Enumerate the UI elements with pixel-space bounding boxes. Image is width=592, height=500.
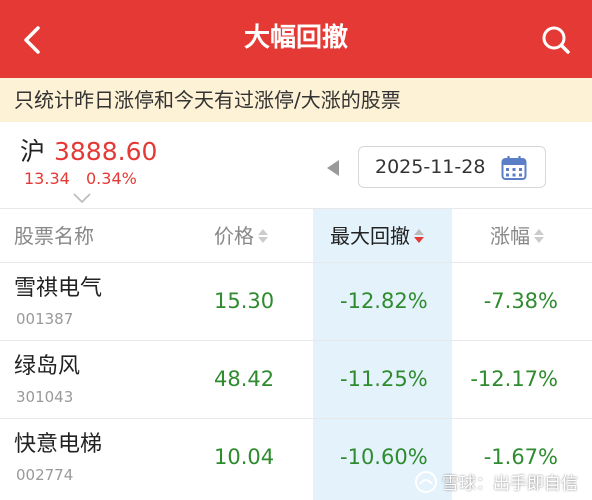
snowball-logo-icon [415, 470, 437, 493]
search-icon [542, 26, 570, 54]
sort-desc-icon [414, 228, 424, 243]
date-text: 2025-11-28 [375, 156, 486, 178]
index-change: 13.34 [24, 169, 70, 188]
notice-banner: 只统计昨日涨停和今天有过涨停/大涨的股票 [0, 78, 592, 122]
search-button[interactable] [536, 22, 576, 58]
column-header-price-label: 价格 [214, 224, 254, 248]
watermark: 雪球：出手即自信 [414, 469, 578, 494]
page-title: 大幅回撤 [243, 23, 348, 53]
stock-name: 雪祺电气 [14, 276, 103, 301]
stock-price: 48.42 [214, 367, 275, 391]
stock-drawdown: -11.25% [340, 367, 428, 391]
stock-name: 快意电梯 [14, 432, 103, 457]
column-header-price[interactable]: 价格 [214, 210, 269, 262]
triangle-left-icon [327, 160, 339, 176]
column-header-change-label: 涨幅 [490, 224, 530, 248]
stock-price: 15.30 [214, 289, 275, 313]
sort-icon [258, 228, 268, 243]
table-row[interactable]: 绿岛风 301043 48.42 -11.25% -12.17% [0, 341, 592, 418]
column-header-drawdown-label: 最大回撤 [330, 224, 410, 248]
table-row[interactable]: 雪祺电气 001387 15.30 -12.82% -7.38% [0, 263, 592, 340]
index-value: 3888.60 [54, 137, 158, 166]
chevron-down-icon[interactable] [72, 192, 92, 204]
app-header: 大幅回撤 [0, 0, 592, 78]
stock-drawdown: -12.82% [340, 289, 428, 313]
stock-change: -7.38% [483, 289, 558, 313]
stock-code: 001387 [16, 310, 74, 328]
column-header-name: 股票名称 [14, 224, 94, 248]
sort-icon [534, 228, 544, 243]
calendar-icon [501, 156, 527, 180]
stock-name: 绿岛风 [14, 354, 81, 379]
index-name: 沪 [20, 137, 46, 166]
divider [0, 208, 592, 209]
stock-code: 301043 [16, 388, 74, 406]
previous-date-button[interactable] [322, 156, 344, 180]
column-header-drawdown[interactable]: 最大回撤 [330, 210, 425, 262]
column-header-change[interactable]: 涨幅 [490, 210, 545, 262]
watermark-text: 雪球：出手即自信 [442, 474, 578, 494]
stock-price: 10.04 [214, 445, 275, 469]
stock-change: -12.17% [470, 367, 558, 391]
index-change-pct: 0.34% [86, 169, 137, 188]
stock-code: 002774 [16, 466, 74, 484]
date-picker[interactable]: 2025-11-28 [358, 146, 546, 188]
